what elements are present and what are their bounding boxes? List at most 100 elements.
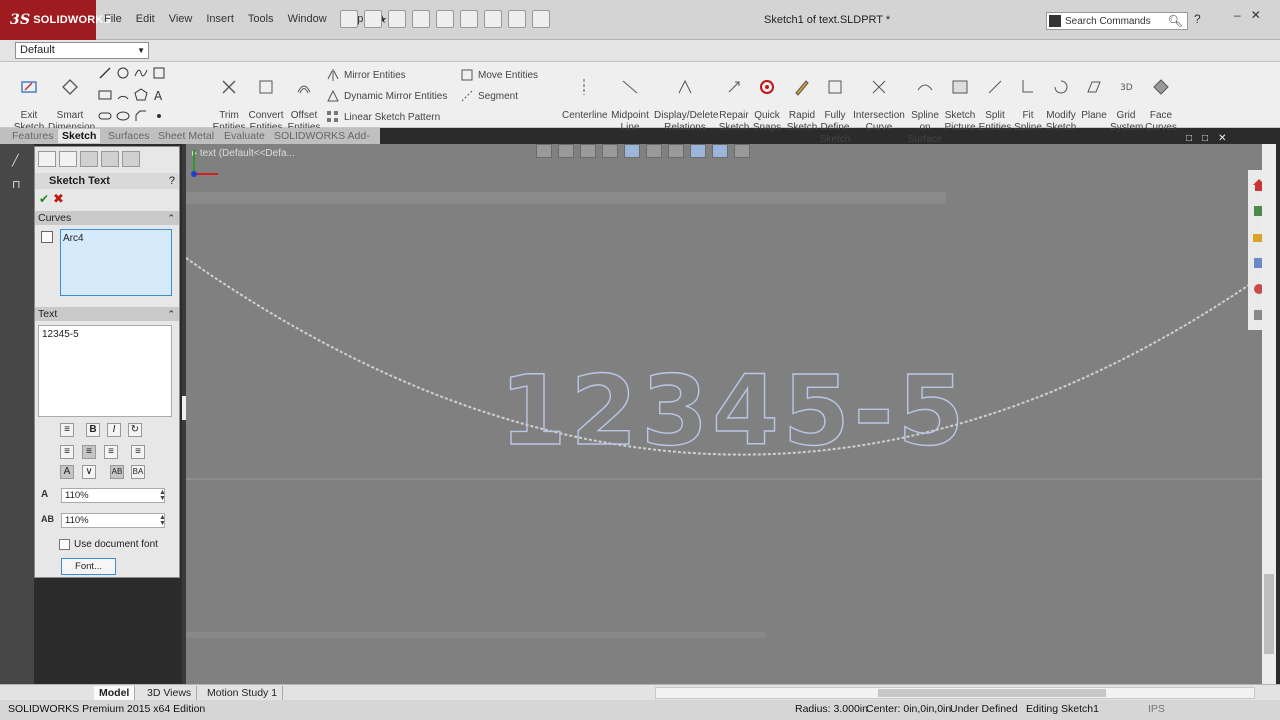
minimize-icon[interactable]: –	[1234, 8, 1241, 22]
save-icon[interactable]	[388, 10, 406, 28]
display-style-icon[interactable]	[646, 144, 662, 158]
sketch-fillet-icon[interactable]	[152, 66, 166, 80]
display-manager-tab-icon[interactable]	[122, 151, 140, 167]
curves-group-header[interactable]: Curves ⌃	[35, 211, 179, 225]
view-settings-icon[interactable]	[734, 144, 750, 158]
curves-selection-box[interactable]: Arc4	[60, 229, 172, 296]
zoom-to-fit-icon[interactable]	[536, 144, 552, 158]
align-center-icon[interactable]: ≡	[82, 445, 96, 459]
bold-icon[interactable]: B	[86, 423, 100, 437]
graphics-area[interactable]: 12345-5 ▸ text (Default<<Defa...	[186, 144, 1262, 684]
menu-tools[interactable]: Tools	[248, 13, 274, 26]
menu-window[interactable]: Window	[288, 13, 327, 26]
align-right-icon[interactable]: ≡	[104, 445, 118, 459]
face-curves-button[interactable]: Face Curves	[1144, 66, 1178, 134]
trim-entities-button[interactable]: Trim Entities	[210, 66, 248, 134]
viewport-close-icon[interactable]: ✕	[1218, 133, 1226, 144]
tab-sheet-metal[interactable]: Sheet Metal	[154, 129, 218, 143]
arc-icon[interactable]	[116, 88, 130, 102]
print-icon[interactable]	[412, 10, 430, 28]
zoom-to-area-icon[interactable]	[558, 144, 574, 158]
repair-sketch-button[interactable]: Repair Sketch	[718, 66, 750, 134]
plane-button[interactable]: Plane	[1078, 66, 1110, 122]
viewport-restore-icon[interactable]: □	[1202, 133, 1208, 144]
sketch-line-icon[interactable]: ╱	[12, 154, 26, 168]
rotate-icon[interactable]: ↻	[128, 423, 142, 437]
configuration-select[interactable]: Default ▼	[15, 42, 149, 59]
link-to-property-icon[interactable]: ≡	[60, 423, 74, 437]
edit-appearance-icon[interactable]	[690, 144, 706, 158]
dimxpert-tab-icon[interactable]	[101, 151, 119, 167]
justify-icon[interactable]: ≡	[131, 445, 145, 459]
spacing-spinner[interactable]: ▲ ▼	[159, 514, 168, 527]
smart-dimension-button[interactable]: Smart Dimension	[48, 66, 95, 134]
circle-icon[interactable]	[116, 66, 130, 80]
width-factor-input[interactable]: 110%	[61, 488, 165, 503]
quick-snaps-button[interactable]: Quick Snaps	[752, 66, 782, 134]
segment-button[interactable]: Segment	[460, 89, 518, 103]
display-delete-relations-button[interactable]: Display/Delete Relations	[654, 66, 718, 134]
open-icon[interactable]	[364, 10, 382, 28]
file-properties-icon[interactable]	[508, 10, 526, 28]
chamfer-icon[interactable]	[134, 109, 148, 123]
search-commands-input[interactable]: Search Commands 🔍︎	[1046, 12, 1188, 30]
tab-model[interactable]: Model	[94, 686, 136, 700]
curve-item-arc4[interactable]: Arc4	[63, 233, 169, 244]
view-orientation-icon[interactable]	[624, 144, 640, 158]
new-document-icon[interactable]	[340, 10, 358, 28]
convert-entities-button[interactable]: Convert Entities	[246, 66, 286, 134]
font-button[interactable]: Font...	[61, 558, 116, 575]
close-window-icon[interactable]: ✕	[1251, 8, 1261, 22]
line-icon[interactable]	[98, 66, 112, 80]
rectangle-icon[interactable]	[98, 88, 112, 102]
rapid-sketch-button[interactable]: Rapid Sketch	[786, 66, 818, 134]
spline-on-surface-button[interactable]: Spline on Surface	[906, 66, 944, 146]
sketch-text-outline[interactable]: 12345-5	[499, 354, 969, 467]
collapse-icon[interactable]: ⌃	[167, 211, 175, 225]
apply-scene-icon[interactable]	[712, 144, 728, 158]
grid-system-button[interactable]: 3D Grid System	[1110, 66, 1143, 134]
exit-sketch-button[interactable]: Exit Sketch	[12, 66, 46, 134]
tab-surfaces[interactable]: Surfaces	[104, 129, 153, 143]
linear-sketch-pattern-button[interactable]: Linear Sketch Pattern	[326, 110, 440, 124]
flip-vertical-icon[interactable]: A	[60, 465, 74, 479]
vertical-scrollbar-thumb[interactable]	[1264, 574, 1274, 654]
centerline-button[interactable]: Centerline	[562, 66, 608, 122]
mirror-entities-button[interactable]: Mirror Entities	[326, 68, 406, 82]
fully-define-sketch-button[interactable]: Fully Define Sketch	[818, 66, 852, 146]
italic-icon[interactable]: I	[107, 423, 121, 437]
align-left-icon[interactable]: ≡	[60, 445, 74, 459]
dynamic-mirror-button[interactable]: Dynamic Mirror Entities	[326, 89, 447, 103]
solidworks-logo[interactable]: 3S SOLIDWORKS	[0, 0, 111, 40]
cancel-x-icon[interactable]: ✖	[53, 191, 64, 207]
text-group-header[interactable]: Text ⌃	[35, 307, 179, 321]
tab-sketch[interactable]: Sketch	[58, 129, 101, 143]
tab-addins[interactable]: SOLIDWORKS Add-Ins	[270, 129, 380, 156]
midpoint-line-button[interactable]: Midpoint Line	[608, 66, 652, 134]
hide-show-items-icon[interactable]	[668, 144, 684, 158]
tab-features[interactable]: Features	[8, 129, 57, 143]
flip-down-icon[interactable]: ∨	[82, 465, 96, 479]
text-icon[interactable]: A	[152, 88, 166, 102]
sketch-text-input[interactable]: 12345-5	[38, 325, 172, 417]
tab-evaluate[interactable]: Evaluate	[220, 129, 269, 143]
help-question-icon[interactable]: ?	[1194, 12, 1201, 26]
move-entities-button[interactable]: Move Entities	[460, 68, 538, 82]
use-document-font-checkbox[interactable]	[59, 539, 70, 550]
intersection-curve-button[interactable]: Intersection Curve	[852, 66, 906, 134]
spacing-input[interactable]: 110%	[61, 513, 165, 528]
ellipse-icon[interactable]	[116, 109, 130, 123]
help-icon[interactable]: ?	[169, 173, 175, 189]
flip-horizontal-icon[interactable]: AB	[110, 465, 124, 479]
viewport-tile-icon[interactable]: □	[1186, 133, 1192, 144]
tab-motion-study-1[interactable]: Motion Study 1	[202, 686, 284, 700]
fit-spline-button[interactable]: Fit Spline	[1012, 66, 1044, 134]
mirror-text-icon[interactable]: BA	[131, 465, 145, 479]
sketch-picture-button[interactable]: Sketch Picture	[942, 66, 978, 134]
slot-icon[interactable]	[98, 109, 112, 123]
menu-edit[interactable]: Edit	[136, 13, 155, 26]
sketch-step-icon[interactable]: ⊓	[12, 178, 26, 192]
configuration-manager-tab-icon[interactable]	[80, 151, 98, 167]
undo-icon[interactable]	[436, 10, 454, 28]
width-factor-spinner[interactable]: ▲ ▼	[159, 489, 168, 502]
